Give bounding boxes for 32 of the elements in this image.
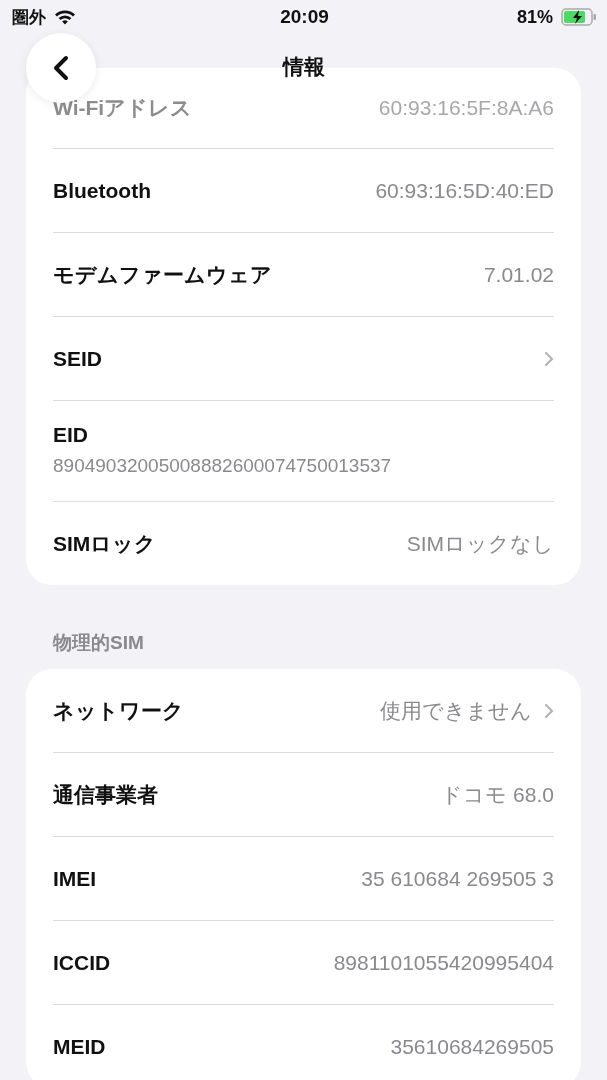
row-value: SIMロックなし xyxy=(406,530,554,557)
row-label: ネットワーク xyxy=(53,697,184,724)
chevron-icon xyxy=(544,702,554,719)
row-value: ドコモ 68.0 xyxy=(441,781,554,808)
row-value: 使用できません xyxy=(380,697,532,724)
row-label: Wi-Fiアドレス xyxy=(53,95,193,121)
clock-time: 20:09 xyxy=(280,6,329,28)
row-value: 89049032005008882600074750013537 xyxy=(53,455,393,477)
row-value: 60:93:16:5F:8A:A6 xyxy=(378,96,554,120)
row-label: EID xyxy=(53,423,89,447)
list-row[interactable]: SEID xyxy=(53,316,554,400)
page-title: 情報 xyxy=(282,54,325,80)
row-label: Bluetooth xyxy=(53,178,151,203)
row-value: 35610684269505 xyxy=(390,1034,554,1059)
row-label: ICCID xyxy=(53,950,111,975)
row-label: MEID xyxy=(53,1034,106,1059)
row-label: モデムファームウェア xyxy=(53,261,272,288)
carrier-text: 圏外 xyxy=(12,6,46,29)
row-value: 8981101055420995404 xyxy=(333,950,554,975)
chevron-icon xyxy=(544,350,554,367)
row-label: SIMロック xyxy=(53,530,157,557)
wifi-icon xyxy=(54,9,76,25)
row-label: IMEI xyxy=(53,866,97,891)
battery-percent: 81% xyxy=(516,6,553,28)
section-header: 物理的SIM xyxy=(53,631,145,655)
row-value: 7.01.02 xyxy=(483,262,554,287)
back-chevron-icon xyxy=(53,55,69,81)
row-value: 35 610684 269505 3 xyxy=(361,866,554,891)
row-label: 通信事業者 xyxy=(53,781,158,808)
list-row[interactable]: ネットワーク 使用できません xyxy=(53,669,554,752)
row-label: SEID xyxy=(53,346,102,371)
row-value: 60:93:16:5D:40:ED xyxy=(375,178,554,203)
